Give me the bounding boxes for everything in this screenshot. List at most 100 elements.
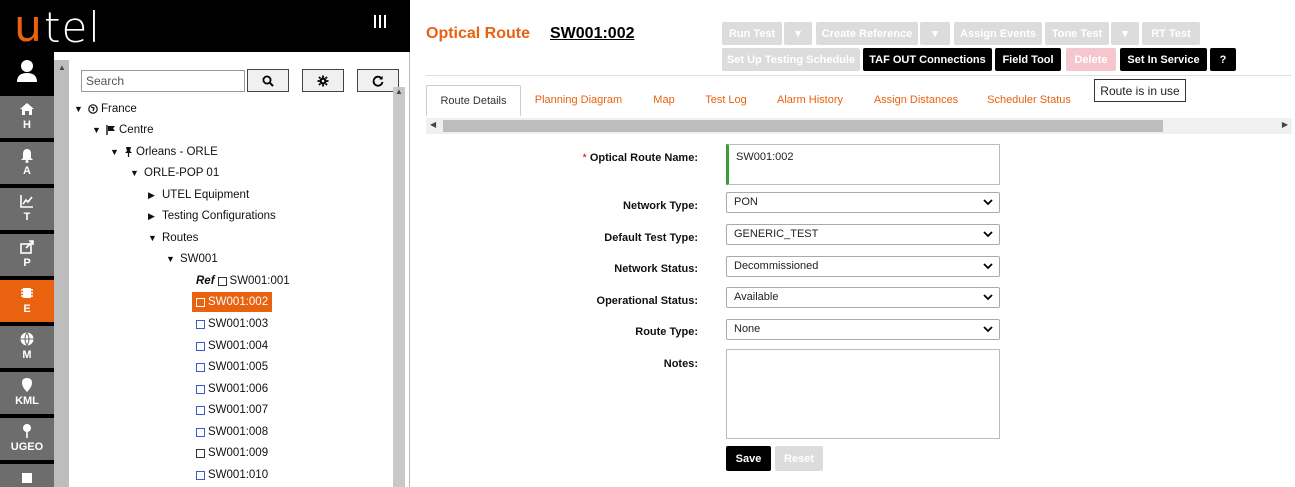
tree-route-item[interactable]: SW001:010 <box>196 466 268 484</box>
caret-down-icon[interactable]: ▼ <box>148 229 158 247</box>
tree-node-testing-configurations[interactable]: ▶ Testing Configurations <box>148 207 276 225</box>
nav-map[interactable]: M <box>0 324 54 368</box>
nav-label: KML <box>15 395 39 407</box>
create-reference-button[interactable]: Create Reference <box>816 22 918 45</box>
tree-label: ORLE-POP 01 <box>144 167 220 179</box>
create-reference-dropdown[interactable]: ▾ <box>920 22 950 45</box>
tree-label: SW001:009 <box>208 447 269 459</box>
tree-left-scrollbar[interactable]: ▲ <box>54 60 69 487</box>
nav-label: P <box>23 257 31 269</box>
menu-toggle-icon[interactable] <box>374 15 388 28</box>
caret-down-icon[interactable]: ▼ <box>110 143 120 161</box>
tree-node-orle-pop[interactable]: ▼ ORLE-POP 01 <box>130 164 219 182</box>
tree-node-france[interactable]: ▼ France <box>74 100 137 118</box>
run-test-button[interactable]: Run Test <box>722 22 782 45</box>
tone-test-dropdown[interactable]: ▾ <box>1111 22 1139 45</box>
tree-route-item[interactable]: SW001:007 <box>196 401 268 419</box>
tree-node-centre[interactable]: ▼ Centre <box>92 121 154 139</box>
caret-down-icon[interactable]: ▼ <box>92 121 102 139</box>
tree-route-item[interactable]: SW001:004 <box>196 337 268 355</box>
tree-route-item[interactable]: SW001:006 <box>196 380 268 398</box>
nav-label: E <box>23 303 31 315</box>
route-type-select[interactable]: None <box>726 319 1000 340</box>
tabs-scrollbar[interactable]: ◀ ▶ <box>426 118 1292 134</box>
caret-down-icon: ▾ <box>795 28 801 40</box>
route-id-link[interactable]: SW001:002 <box>550 25 635 43</box>
taf-out-connections-button[interactable]: TAF OUT Connections <box>863 48 992 71</box>
notes-textarea[interactable] <box>726 349 1000 439</box>
tab-test-log[interactable]: Test Log <box>696 85 756 116</box>
default-test-type-select[interactable]: GENERIC_TEST <box>726 224 1000 245</box>
tree-label: Routes <box>162 232 199 244</box>
tree-route-item[interactable]: SW001:003 <box>196 315 268 333</box>
assign-events-button[interactable]: Assign Events <box>954 22 1042 45</box>
run-test-dropdown[interactable]: ▾ <box>784 22 812 45</box>
home-icon <box>20 103 34 115</box>
caret-right-icon[interactable]: ▶ <box>148 186 158 204</box>
nav-more[interactable] <box>0 462 54 487</box>
nav-trends[interactable]: T <box>0 186 54 230</box>
field-tool-button[interactable]: Field Tool <box>995 48 1061 71</box>
search-input[interactable] <box>81 70 245 92</box>
tree-route-item[interactable]: SW001:005 <box>196 358 268 376</box>
scrollbar-thumb[interactable] <box>443 120 1163 132</box>
tone-test-button[interactable]: Tone Test <box>1045 22 1109 45</box>
tab-assign-distances[interactable]: Assign Distances <box>866 85 966 116</box>
chip-icon <box>21 288 33 298</box>
tree-node-sw001[interactable]: ▼ SW001 <box>166 250 218 268</box>
tree-node-orleans[interactable]: ▼ Orleans - ORLE <box>110 143 218 161</box>
tree-route-item[interactable]: SW001:009 <box>196 444 268 462</box>
tree-label: SW001:006 <box>208 383 269 395</box>
user-icon[interactable] <box>0 52 54 94</box>
tree-route-item-selected[interactable]: SW001:002 <box>192 292 273 312</box>
delete-button[interactable]: Delete <box>1066 48 1116 71</box>
chevron-down-icon <box>983 294 993 301</box>
operational-status-select[interactable]: Available <box>726 287 1000 308</box>
nav-home[interactable]: H <box>0 94 54 138</box>
scroll-up-icon[interactable]: ▲ <box>58 63 66 72</box>
map-pin-icon <box>22 378 32 392</box>
tab-scheduler-status[interactable]: Scheduler Status <box>979 85 1079 116</box>
tree-label: France <box>101 103 137 115</box>
route-square-icon <box>196 427 205 437</box>
nav-equipment[interactable]: E <box>0 278 54 322</box>
nav-kml[interactable]: KML <box>0 370 54 414</box>
scroll-left-icon[interactable]: ◀ <box>430 120 436 129</box>
tab-route-details[interactable]: Route Details <box>426 85 521 116</box>
nav-alarms[interactable]: A <box>0 140 54 184</box>
scroll-right-icon[interactable]: ▶ <box>1282 120 1288 129</box>
scroll-up-icon[interactable]: ▲ <box>395 87 403 96</box>
tab-alarm-history[interactable]: Alarm History <box>769 85 851 116</box>
pushpin-icon <box>125 147 132 157</box>
search-button[interactable] <box>247 69 289 92</box>
reset-button[interactable]: Reset <box>775 446 823 471</box>
tree-node-routes[interactable]: ▼ Routes <box>148 229 198 247</box>
help-button[interactable]: ? <box>1210 48 1236 71</box>
set-in-service-button[interactable]: Set In Service <box>1120 48 1207 71</box>
caret-down-icon[interactable]: ▼ <box>130 164 140 182</box>
nav-publish[interactable]: P <box>0 232 54 276</box>
caret-right-icon[interactable]: ▶ <box>148 207 158 225</box>
caret-down-icon: ▾ <box>932 28 938 40</box>
settings-button[interactable] <box>302 69 344 92</box>
tree-route-item[interactable]: SW001:008 <box>196 423 268 441</box>
optical-route-name-field[interactable]: SW001:002 <box>726 144 1000 185</box>
tab-map[interactable]: Map <box>644 85 684 116</box>
set-up-testing-schedule-button[interactable]: Set Up Testing Schedule <box>722 48 860 71</box>
nav-ugeo[interactable]: UGEO <box>0 416 54 460</box>
caret-down-icon[interactable]: ▼ <box>74 100 84 118</box>
tree-panel: ▲ ▲ ▼ France ▼ Centre ▼ Orleans - ORLE ▼… <box>54 52 410 487</box>
caret-down-icon[interactable]: ▼ <box>166 250 176 268</box>
rt-test-button[interactable]: RT Test <box>1142 22 1200 45</box>
gear-icon <box>317 75 329 86</box>
notes-label: Notes: <box>663 358 698 370</box>
tree-right-scrollbar[interactable]: ▲ <box>393 87 405 487</box>
tree-node-utel-equipment[interactable]: ▶ UTEL Equipment <box>148 186 249 204</box>
tree-route-item[interactable]: Ref SW001:001 <box>196 272 290 290</box>
route-square-icon <box>217 276 227 286</box>
tree-label: SW001:001 <box>229 275 290 287</box>
tab-planning-diagram[interactable]: Planning Diagram <box>526 85 631 116</box>
network-status-select[interactable]: Decommissioned <box>726 256 1000 277</box>
network-type-select[interactable]: PON <box>726 192 1000 213</box>
save-button[interactable]: Save <box>726 446 771 471</box>
